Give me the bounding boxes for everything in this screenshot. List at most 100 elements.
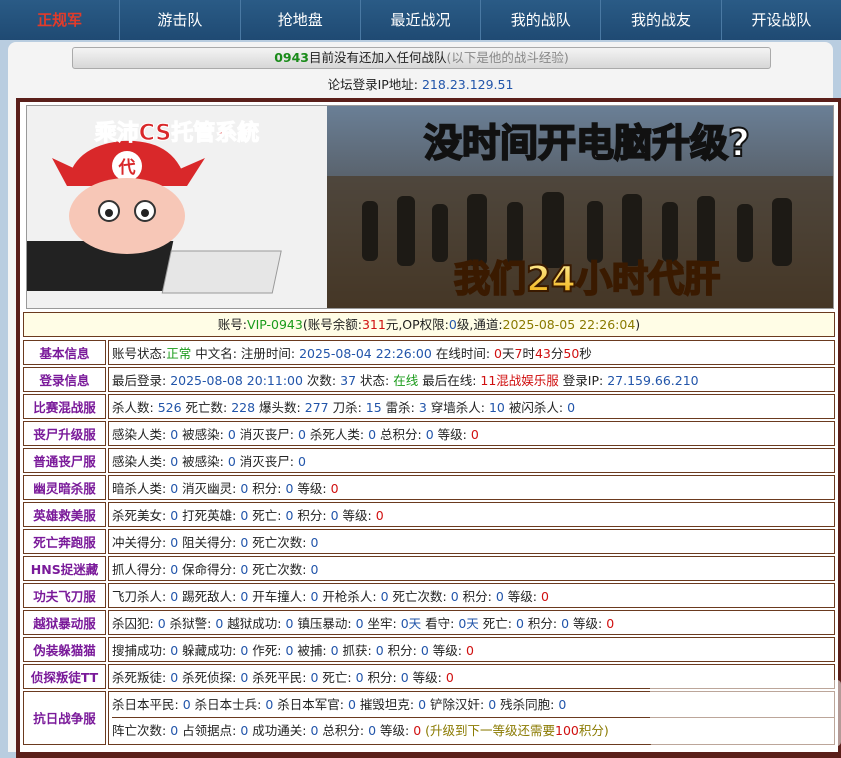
stat-part: 0 <box>170 508 179 523</box>
stat-part: 0 <box>310 535 319 550</box>
stat-part: 最后登录: <box>112 373 171 388</box>
nav-item-my-friends[interactable]: 我的战友 <box>600 0 720 40</box>
stat-part: 天 <box>501 346 515 361</box>
stat-part: 暗杀人类: <box>112 481 171 496</box>
stat-part: 积分: <box>248 481 286 496</box>
stat-part: 0 <box>515 616 524 631</box>
stat-part: 37 <box>340 373 357 388</box>
ad-banner-art: 代 乘沛CS托管系統 没时间开电脑升级? 我们24小时代肝 <box>27 106 833 308</box>
stat-part: 搜捕成功: <box>112 643 171 658</box>
stat-part: 0 <box>470 427 479 442</box>
stats-inner: 代 乘沛CS托管系統 没时间开电脑升级? 我们24小时代肝 账号:VIP-094… <box>20 102 838 752</box>
stat-part: 0 <box>330 508 339 523</box>
stat-part: 0 <box>170 589 179 604</box>
stat-part: 死亡次数: <box>248 562 311 577</box>
stat-part: 越狱成功: <box>223 616 286 631</box>
stat-part: 11混战娱乐服 <box>480 373 559 388</box>
stat-part: 0 <box>606 616 615 631</box>
stat-part: 0 <box>170 454 179 469</box>
stat-part: 开枪杀人: <box>318 589 381 604</box>
stat-part: 0 <box>347 697 356 712</box>
stats-row-label[interactable]: 登录信息 <box>23 367 106 392</box>
stats-row-label[interactable]: 抗日战争服 <box>23 691 106 745</box>
stats-row-label[interactable]: 伪装躲猫猫 <box>23 637 106 662</box>
stat-part: 100 <box>555 723 579 738</box>
stat-part: 消灭丧尸: <box>235 454 298 469</box>
stat-part: 0 <box>310 562 319 577</box>
stat-part: 登录IP: <box>558 373 608 388</box>
stat-part: 0 <box>368 427 377 442</box>
stats-row-content: 账号状态:正常 中文名: 注册时间: 2025-08-04 22:26:00 在… <box>108 340 835 365</box>
stat-part: 在线时间: <box>431 346 495 361</box>
stat-part: 消灭幽灵: <box>178 481 241 496</box>
stat-part: 0 <box>330 643 339 658</box>
stat-part: 飞刀杀人: <box>112 589 171 604</box>
stat-part: 0 <box>170 535 179 550</box>
acct-op-unit: 级 <box>456 317 470 332</box>
stat-part: 0 <box>400 670 409 685</box>
stats-row: 登录信息 最后登录: 2025-08-08 20:11:00 次数: 37 状态:… <box>23 367 835 392</box>
stats-row-content: 搜捕成功: 0 躲藏成功: 0 作死: 0 被捕: 0 抓获: 0 积分: 0 … <box>108 637 835 662</box>
stat-part: 时 <box>522 346 535 361</box>
stat-part: 积分: <box>383 643 421 658</box>
nav-item-guerrilla[interactable]: 游击队 <box>119 0 239 40</box>
stats-row-content: 感染人类: 0 被感染: 0 消灭丧尸: 0 杀死人类: 0 总积分: 0 等级… <box>108 421 835 446</box>
stats-row-label[interactable]: 死亡奔跑服 <box>23 529 106 554</box>
nav-item-recent-battles[interactable]: 最近战况 <box>359 0 480 40</box>
stats-row: 越狱暴动服 杀囚犯: 0 杀狱警: 0 越狱成功: 0 镇压暴动: 0 坐牢: 0… <box>23 610 835 635</box>
stats-row-label[interactable]: 比赛混战服 <box>23 394 106 419</box>
stats-row-content: 杀囚犯: 0 杀狱警: 0 越狱成功: 0 镇压暴动: 0 坐牢: 0天 看守:… <box>108 610 835 635</box>
stat-part: 死亡: <box>248 508 286 523</box>
stat-part: 积分: <box>458 589 496 604</box>
nav-logo[interactable]: 正规军 <box>0 0 119 40</box>
nav-item-territory[interactable]: 抢地盘 <box>239 0 360 40</box>
ad-banner[interactable]: 代 乘沛CS托管系統 没时间开电脑升级? 我们24小时代肝 <box>26 105 834 309</box>
ad-headline: 没时间开电脑升级? <box>424 121 750 165</box>
stat-part: 526 <box>157 400 182 415</box>
stat-part: 总积分: <box>376 427 426 442</box>
stat-part: 摧毁坦克: <box>355 697 419 712</box>
stat-part: 中文名: 注册时间: <box>191 346 300 361</box>
stat-part: 分 <box>550 346 564 361</box>
stats-row-content: 最后登录: 2025-08-08 20:11:00 次数: 37 状态: 在线 … <box>108 367 835 392</box>
stats-row-label[interactable]: 越狱暴动服 <box>23 610 106 635</box>
ip-label: 论坛登录IP地址: <box>327 77 418 92</box>
stat-part: 正常 <box>166 346 192 361</box>
stats-row-label[interactable]: 基本信息 <box>23 340 106 365</box>
stat-part: 杀日本士兵: <box>190 697 266 712</box>
stat-part: 被闪杀人: <box>504 400 568 415</box>
stat-part: 次数: <box>302 373 341 388</box>
stats-row-label[interactable]: 幽灵暗杀服 <box>23 475 106 500</box>
stats-row: 比赛混战服 杀人数: 526 死亡数: 228 爆头数: 277 刀杀: 15 雷… <box>23 394 835 419</box>
stats-row-label[interactable]: 功夫飞刀服 <box>23 583 106 608</box>
stats-row-content: 杀死美女: 0 打死英雄: 0 死亡: 0 积分: 0 等级: 0 <box>108 502 835 527</box>
stat-part: 0 <box>425 427 434 442</box>
stat-part: 雷杀: <box>381 400 419 415</box>
notice-hint: (以下是他的战斗经验) <box>446 50 569 65</box>
stats-row-label[interactable]: 侦探叛徒TT <box>23 664 106 689</box>
ad-brand: 乘沛CS托管系統 <box>94 120 259 146</box>
stats-row-label[interactable]: 英雄救美服 <box>23 502 106 527</box>
acct-balance-unit: 元 <box>385 317 399 332</box>
stat-part: 抓人得分: <box>112 562 171 577</box>
stats-row: 丧尸升级服 感染人类: 0 被感染: 0 消灭丧尸: 0 杀死人类: 0 总积分:… <box>23 421 835 446</box>
stats-row-label[interactable]: 普通丧尸服 <box>23 448 106 473</box>
stat-part: 0 <box>488 697 497 712</box>
acct-op-label: ,OP权限: <box>398 317 449 332</box>
nav-item-my-team[interactable]: 我的战队 <box>480 0 600 40</box>
stats-row: 基本信息 账号状态:正常 中文名: 注册时间: 2025-08-04 22:26:… <box>23 340 835 365</box>
stats-row-label[interactable]: HNS捉迷藏 <box>23 556 106 581</box>
stat-part: 杀日本平民: <box>112 697 183 712</box>
stats-row: 幽灵暗杀服 暗杀人类: 0 消灭幽灵: 0 积分: 0 等级: 0 <box>23 475 835 500</box>
top-nav: 正规军 游击队 抢地盘 最近战况 我的战队 我的战友 开设战队 <box>0 0 841 40</box>
stat-part: 等级: <box>433 427 471 442</box>
acct-op: 0 <box>448 317 457 332</box>
stat-part: 杀死平民: <box>248 670 311 685</box>
stat-part: 杀狱警: <box>165 616 216 631</box>
stats-row-label[interactable]: 丧尸升级服 <box>23 421 106 446</box>
nav-item-create-team[interactable]: 开设战队 <box>720 0 841 40</box>
stat-part: 0 <box>375 508 384 523</box>
stat-part: 0 <box>297 454 306 469</box>
acct-balance-label: (账号余额: <box>302 317 362 332</box>
stats-row: 死亡奔跑服 冲关得分: 0 阻关得分: 0 死亡次数: 0 <box>23 529 835 554</box>
